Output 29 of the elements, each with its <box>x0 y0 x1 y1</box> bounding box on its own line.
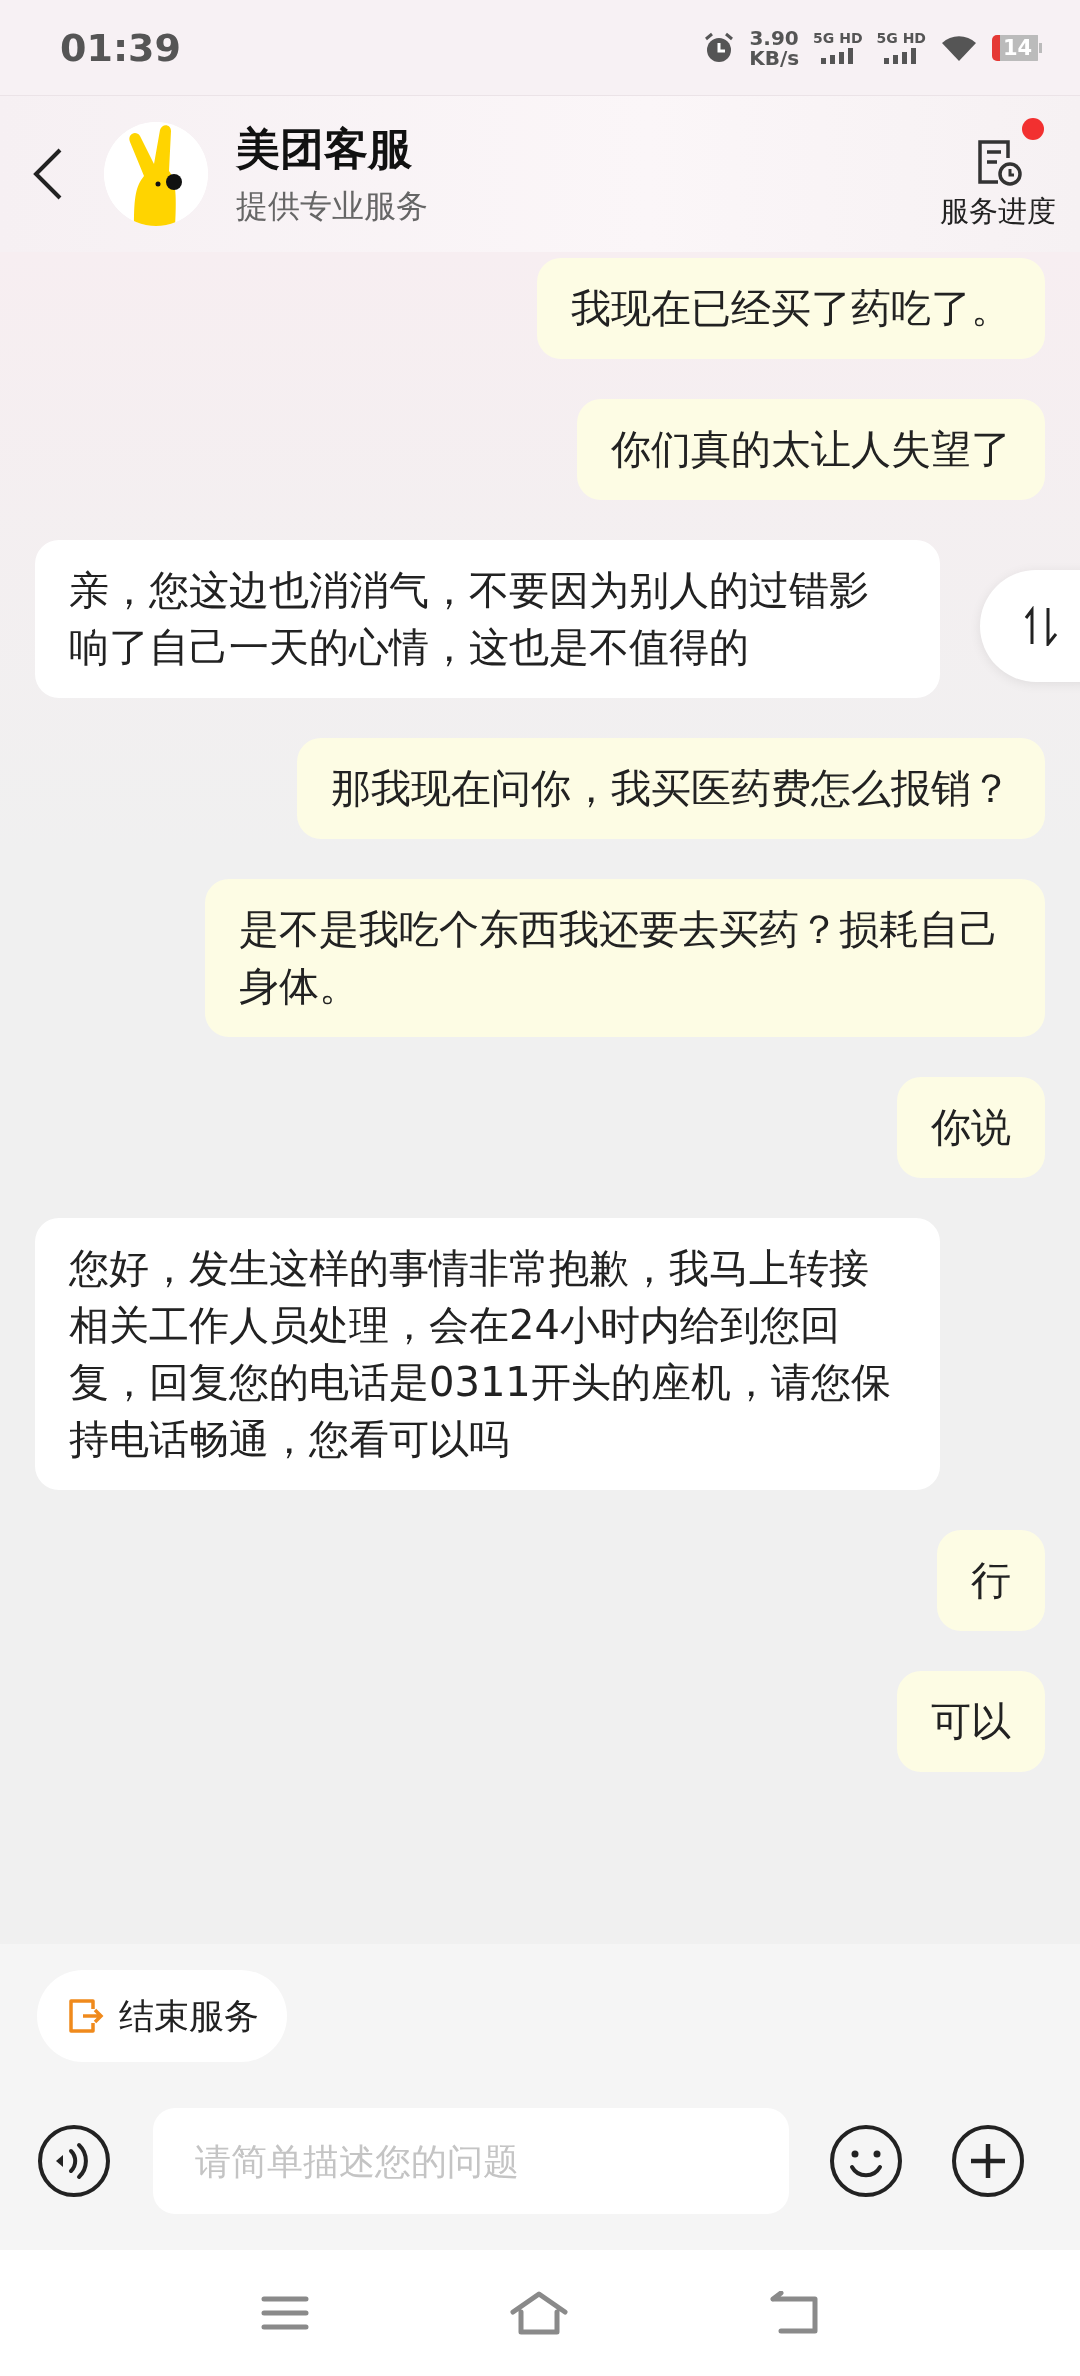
network-type: 5G HD <box>813 31 863 46</box>
message-input[interactable]: 请简单描述您的问题 <box>153 2108 789 2214</box>
end-service-button[interactable]: 结束服务 <box>37 1970 287 2062</box>
home-icon[interactable] <box>509 2290 569 2336</box>
chat-title: 美团客服 <box>236 121 413 176</box>
sent-message-bubble: 你们真的太让人失望了 <box>577 399 1045 500</box>
status-time: 01:39 <box>60 25 182 70</box>
sent-message-bubble: 是不是我吃个东西我还要去买药？损耗自己身体。 <box>205 879 1045 1037</box>
exit-icon <box>67 1997 105 2035</box>
alarm-icon <box>703 31 736 64</box>
network-type: 5G HD <box>876 31 926 46</box>
service-progress-button[interactable]: 服务进度 <box>940 116 1056 232</box>
network-speed-unit: KB/s <box>749 47 800 68</box>
emoji-icon[interactable] <box>829 2124 903 2198</box>
chat-subtitle: 提供专业服务 <box>236 185 429 227</box>
network-speed: 3.90 <box>749 27 799 48</box>
signal-icon <box>820 48 855 64</box>
sent-message-bubble: 那我现在问你，我买医药费怎么报销？ <box>297 738 1045 839</box>
swap-arrows-icon <box>1024 606 1058 646</box>
sent-message-bubble: 你说 <box>897 1077 1045 1178</box>
sent-message-bubble: 行 <box>937 1530 1045 1631</box>
received-message-bubble: 您好，发生这样的事情非常抱歉，我马上转接相关工作人员处理，会在24小时内给到您回复，回复您的电话是0311开头的座机，请您保持电话畅通，您看可以吗 <box>35 1218 940 1490</box>
plus-icon[interactable] <box>951 2124 1025 2198</box>
voice-icon[interactable] <box>37 2124 111 2198</box>
signal-icon <box>884 48 919 64</box>
sent-message-bubble: 可以 <box>897 1671 1045 1772</box>
received-message-bubble: 亲，您这边也消消气，不要因为别人的过错影响了自己一天的心情，这也是不值得的 <box>35 540 940 698</box>
battery-indicator: 14 <box>992 34 1042 61</box>
sent-message-bubble: 我现在已经买了药吃了。 <box>537 258 1045 359</box>
